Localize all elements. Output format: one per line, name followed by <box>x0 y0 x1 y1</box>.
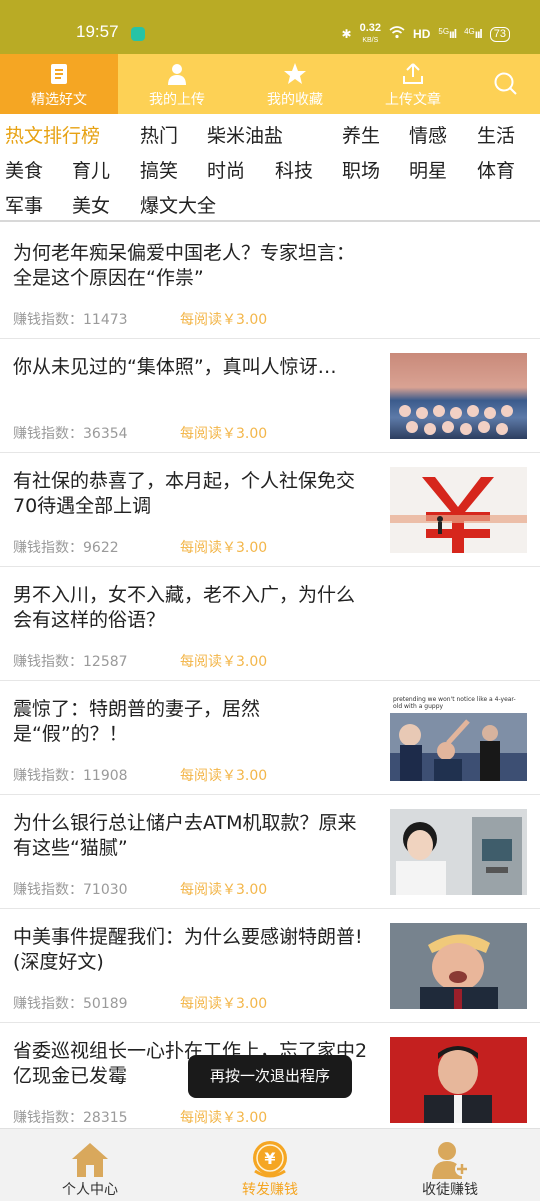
article-reward: 每阅读￥3.00 <box>180 768 268 784</box>
wifi-icon <box>389 26 405 42</box>
tab-label: 我的上传 <box>149 92 205 108</box>
article-title: 震惊了：特朗普的妻子，居然是“假”的？！ <box>13 698 261 745</box>
thumbnail-caption: pretending we won't notice like a 4-year… <box>393 696 516 710</box>
article-thumbnail <box>390 809 527 895</box>
article-reward: 每阅读￥3.00 <box>180 882 268 898</box>
category-item[interactable]: 科技 <box>275 156 313 183</box>
article-item[interactable]: 震惊了：特朗普的妻子，居然是“假”的？！ 赚钱指数：11908 每阅读￥3.00… <box>0 681 540 795</box>
category-item[interactable]: 职场 <box>342 156 380 183</box>
status-bar: 19:57 ✱ 0.32 KB/S HD 5Gııl 4Gııl 73 <box>0 0 540 54</box>
article-thumbnail <box>390 923 527 1009</box>
signal-5g: 5Gııl <box>438 27 457 41</box>
category-item[interactable]: 热门 <box>140 121 178 148</box>
star-icon <box>284 63 306 84</box>
top-nav: 精选好文 我的上传 我的收藏 上传文章 <box>0 54 540 114</box>
article-earning-index: 赚钱指数：9622 <box>13 540 119 556</box>
article-reward: 每阅读￥3.00 <box>180 312 268 328</box>
home-icon <box>72 1143 108 1177</box>
exit-toast: 再按一次退出程序 <box>188 1055 352 1098</box>
network-speed: 0.32 KB/S <box>359 22 382 45</box>
category-item[interactable]: 体育 <box>477 156 515 183</box>
nav-personal-center[interactable]: 个人中心 <box>0 1129 180 1201</box>
status-time: 19:57 <box>76 22 119 41</box>
category-item[interactable]: 养生 <box>342 121 380 148</box>
nav-share-earn[interactable]: ¥ 转发赚钱 <box>180 1129 360 1201</box>
article-item[interactable]: 为何老年痴呆偏爱中国老人？专家坦言：全是这个原因在“作祟” 赚钱指数：11473… <box>0 225 540 339</box>
category-item[interactable]: 美食 <box>5 156 43 183</box>
nav-recruit-earn[interactable]: 收徒赚钱 <box>360 1129 540 1201</box>
category-item[interactable]: 爆文大全 <box>140 191 216 218</box>
yen-coin-icon: ¥ <box>253 1141 287 1178</box>
article-reward: 每阅读￥3.00 <box>180 540 268 556</box>
category-item[interactable]: 情感 <box>409 121 447 148</box>
tab-my-uploads[interactable]: 我的上传 <box>118 54 236 114</box>
status-indicators: ✱ 0.32 KB/S HD 5Gııl 4Gııl 73 <box>342 22 510 46</box>
tab-label: 上传文章 <box>385 92 441 108</box>
article-thumbnail <box>390 1037 527 1123</box>
article-item[interactable]: 为什么银行总让储户去ATM机取款？原来有这些“猫腻” 赚钱指数：71030 每阅… <box>0 795 540 909</box>
category-grid: 热文排行榜 热门 柴米油盐 养生 情感 生活 美食 育儿 搞笑 时尚 科技 职场… <box>0 114 540 222</box>
category-hot-ranking[interactable]: 热文排行榜 <box>5 121 100 148</box>
hd-label: HD <box>413 27 431 41</box>
document-icon <box>51 64 67 84</box>
article-earning-index: 赚钱指数：71030 <box>13 882 128 898</box>
category-item[interactable]: 明星 <box>409 156 447 183</box>
article-title: 中美事件提醒我们：为什么要感谢特朗普!(深度好文) <box>13 926 363 973</box>
category-item[interactable]: 时尚 <box>207 156 245 183</box>
article-item[interactable]: 男不入川，女不入藏，老不入广，为什么会有这样的俗语？ 赚钱指数：12587 每阅… <box>0 567 540 681</box>
article-title: 为何老年痴呆偏爱中国老人？专家坦言：全是这个原因在“作祟” <box>13 242 356 289</box>
article-item[interactable]: 有社保的恭喜了，本月起，个人社保免交70待遇全部上调 赚钱指数：9622 每阅读… <box>0 453 540 567</box>
category-item[interactable]: 美女 <box>72 191 110 218</box>
tab-featured[interactable]: 精选好文 <box>0 54 118 114</box>
article-reward: 每阅读￥3.00 <box>180 996 268 1012</box>
tab-label: 我的收藏 <box>267 92 323 108</box>
article-thumbnail <box>390 467 527 553</box>
article-item[interactable]: 中美事件提醒我们：为什么要感谢特朗普!(深度好文) 赚钱指数：50189 每阅读… <box>0 909 540 1023</box>
article-title: 你从未见过的“集体照”，真叫人惊讶… <box>13 356 337 378</box>
upload-icon <box>403 63 423 84</box>
category-item[interactable]: 搞笑 <box>140 156 178 183</box>
tab-label: 精选好文 <box>31 92 87 108</box>
category-item[interactable]: 育儿 <box>72 156 110 183</box>
tab-my-favorites[interactable]: 我的收藏 <box>236 54 354 114</box>
article-reward: 每阅读￥3.00 <box>180 1110 268 1126</box>
article-earning-index: 赚钱指数：11908 <box>13 768 128 784</box>
nav-label: 收徒赚钱 <box>422 1182 478 1198</box>
article-title: 有社保的恭喜了，本月起，个人社保免交70待遇全部上调 <box>13 470 356 517</box>
article-title: 为什么银行总让储户去ATM机取款？原来有这些“猫腻” <box>13 812 357 859</box>
article-earning-index: 赚钱指数：12587 <box>13 654 128 670</box>
article-reward: 每阅读￥3.00 <box>180 426 268 442</box>
article-title: 男不入川，女不入藏，老不入广，为什么会有这样的俗语？ <box>13 584 356 631</box>
article-item[interactable]: 你从未见过的“集体照”，真叫人惊讶… 赚钱指数：36354 每阅读￥3.00 <box>0 339 540 453</box>
article-thumbnail <box>390 353 527 439</box>
nav-label: 个人中心 <box>62 1182 118 1198</box>
article-thumbnail: pretending we won't notice like a 4-year… <box>390 695 527 781</box>
svg-text:¥: ¥ <box>264 1149 275 1168</box>
bottom-nav: 个人中心 ¥ 转发赚钱 收徒赚钱 <box>0 1128 540 1201</box>
tab-upload-article[interactable]: 上传文章 <box>354 54 472 114</box>
signal-4g: 4Gııl <box>464 27 483 41</box>
category-item[interactable]: 军事 <box>5 191 43 218</box>
user-plus-icon <box>432 1142 469 1179</box>
nav-label: 转发赚钱 <box>242 1182 298 1198</box>
category-item[interactable]: 生活 <box>477 121 515 148</box>
article-earning-index: 赚钱指数：11473 <box>13 312 128 328</box>
article-earning-index: 赚钱指数：28315 <box>13 1110 128 1126</box>
category-item[interactable]: 柴米油盐 <box>207 121 283 148</box>
article-earning-index: 赚钱指数：36354 <box>13 426 128 442</box>
bluetooth-icon: ✱ <box>341 27 352 41</box>
chat-app-icon <box>131 27 145 41</box>
article-reward: 每阅读￥3.00 <box>180 654 268 670</box>
article-earning-index: 赚钱指数：50189 <box>13 996 128 1012</box>
battery-indicator: 73 <box>489 26 510 42</box>
person-icon <box>168 64 186 85</box>
search-icon <box>494 72 517 95</box>
search-button[interactable] <box>472 54 540 114</box>
